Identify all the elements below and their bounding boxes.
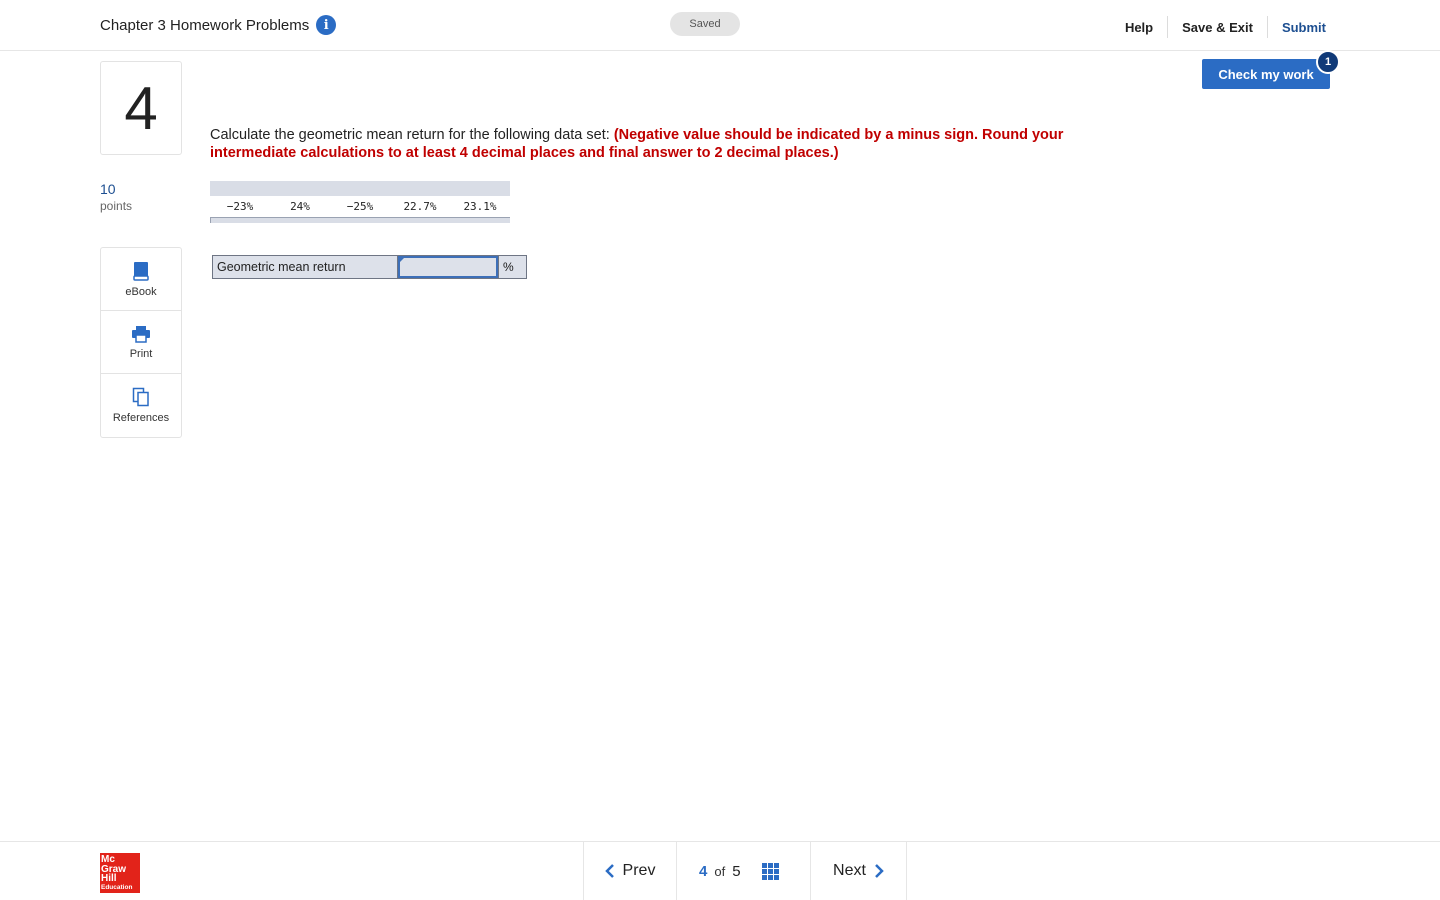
ebook-label: eBook — [125, 285, 157, 298]
question-navigation: Prev 4 of 5 Next — [583, 842, 907, 900]
table-cell: −23% — [226, 200, 254, 213]
points-label: points — [100, 199, 133, 213]
assignment-title-text: Chapter 3 Homework Problems — [100, 16, 310, 34]
question-picker[interactable]: 4 of 5 — [676, 842, 810, 900]
submit-link[interactable]: Submit — [1268, 16, 1340, 38]
total-questions: 5 — [732, 862, 741, 880]
logo-line: Education — [101, 883, 133, 891]
answer-unit: % — [498, 256, 526, 278]
saved-status-badge: Saved — [670, 12, 740, 36]
top-header: Chapter 3 Homework Problems i Saved Help… — [0, 0, 1440, 51]
references-button[interactable]: References — [101, 374, 181, 437]
references-label: References — [112, 412, 170, 424]
ebook-button[interactable]: eBook — [101, 248, 181, 311]
grid-icon[interactable] — [761, 862, 779, 880]
table-cell: −25% — [346, 200, 374, 213]
mcgraw-hill-logo: Mc Graw Hill Education — [100, 853, 140, 893]
question-tools: eBook Print References — [100, 247, 182, 438]
check-attempts-badge: 1 — [1316, 50, 1340, 74]
points-value: 10 — [100, 181, 116, 197]
printer-icon — [132, 325, 150, 343]
table-footer — [210, 218, 510, 223]
help-link[interactable]: Help — [1111, 16, 1167, 38]
table-cell: 22.7% — [403, 200, 437, 213]
print-button[interactable]: Print — [101, 311, 181, 374]
check-my-work-button[interactable]: Check my work — [1202, 59, 1330, 89]
copy-icon — [132, 387, 149, 407]
table-cell: 23.1% — [463, 200, 497, 213]
next-label: Next — [833, 862, 866, 879]
current-question: 4 — [699, 862, 708, 880]
prev-button[interactable]: Prev — [583, 842, 676, 900]
logo-line: Hill — [101, 873, 117, 884]
question-number: 4 — [100, 61, 182, 155]
table-cell: 24% — [290, 200, 310, 213]
chevron-left-icon — [604, 864, 614, 878]
returns-data-table: −23% 24% −25% 22.7% 23.1% — [210, 181, 510, 223]
answer-label: Geometric mean return — [213, 256, 398, 278]
bottom-footer: Mc Graw Hill Education Prev 4 of 5 Next — [0, 841, 1440, 900]
header-links: Help Save & Exit Submit — [1111, 16, 1340, 38]
table-row: −23% 24% −25% 22.7% 23.1% — [210, 196, 510, 218]
print-label: Print — [129, 347, 153, 360]
input-focus-flag-icon — [399, 257, 405, 263]
question-prompt: Calculate the geometric mean return for … — [210, 126, 1150, 162]
next-button[interactable]: Next — [810, 842, 907, 900]
table-header — [210, 181, 510, 196]
question-text: Calculate the geometric mean return for … — [210, 127, 614, 143]
of-label: of — [714, 863, 726, 879]
chevron-right-icon — [875, 864, 884, 878]
geometric-mean-input[interactable] — [398, 256, 498, 278]
save-exit-link[interactable]: Save & Exit — [1168, 16, 1267, 38]
info-icon[interactable]: i — [316, 15, 337, 35]
book-icon — [133, 261, 149, 281]
assignment-title: Chapter 3 Homework Problems i — [100, 15, 337, 35]
prev-label: Prev — [622, 862, 656, 879]
answer-row: Geometric mean return % — [212, 255, 527, 279]
